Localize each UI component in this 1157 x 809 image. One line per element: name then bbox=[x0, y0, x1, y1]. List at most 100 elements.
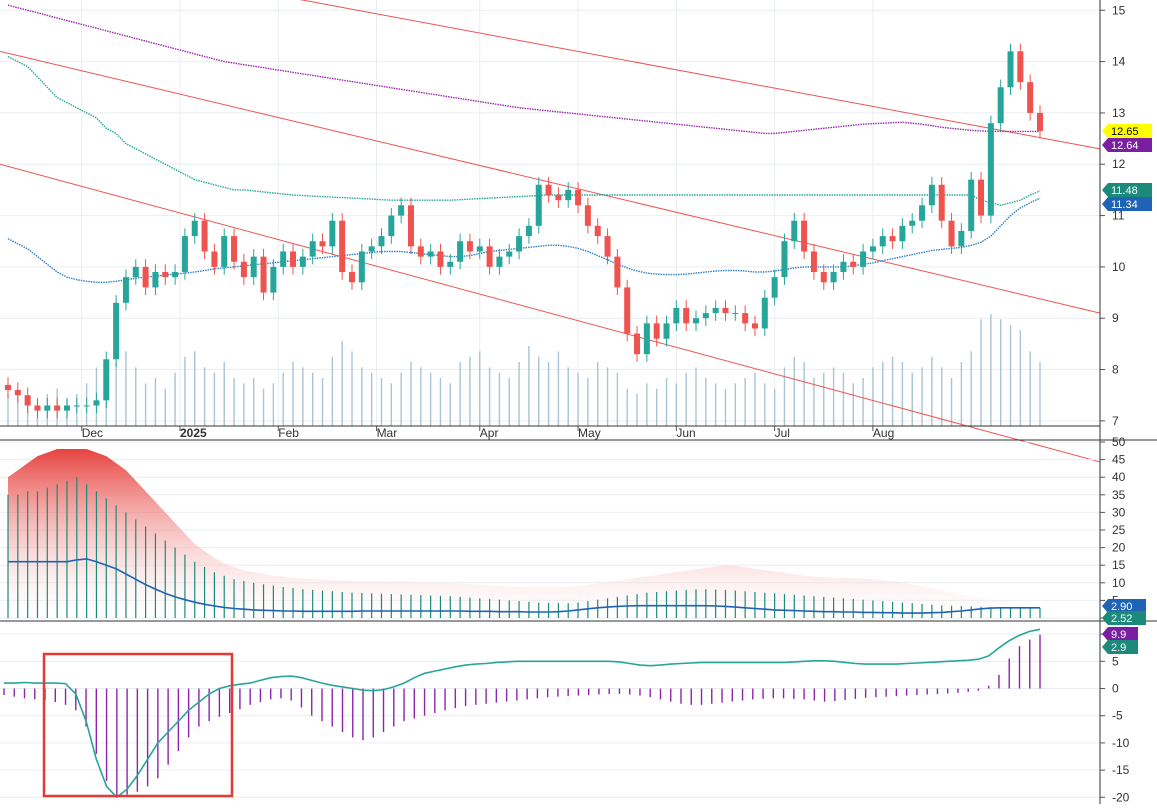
candle-body bbox=[624, 287, 631, 334]
candle-body bbox=[24, 395, 31, 406]
candle-body bbox=[290, 251, 297, 267]
candle-body bbox=[172, 272, 179, 278]
ind2-badge-label: 2.9 bbox=[1111, 642, 1126, 654]
candle-body bbox=[1017, 51, 1024, 83]
candle-body bbox=[5, 384, 11, 391]
candle-body bbox=[889, 236, 896, 242]
price-badge-label: 12.64 bbox=[1111, 140, 1139, 152]
candle-body bbox=[997, 87, 1004, 124]
candle-body bbox=[113, 302, 120, 360]
ind1-y-tick-label: 35 bbox=[1112, 488, 1126, 502]
candle-body bbox=[447, 261, 454, 267]
candle-body bbox=[879, 236, 886, 247]
candle-body bbox=[1037, 112, 1043, 131]
candle-body bbox=[712, 307, 719, 314]
candle-body bbox=[584, 205, 591, 226]
candle-body bbox=[761, 297, 768, 329]
candle-body bbox=[565, 189, 572, 201]
candle-body bbox=[634, 333, 641, 355]
price-y-tick-label: 12 bbox=[1112, 157, 1126, 171]
candle-body bbox=[820, 272, 827, 283]
candle-body bbox=[457, 241, 464, 262]
candle-body bbox=[850, 261, 857, 267]
candle-body bbox=[791, 220, 798, 242]
candle-body bbox=[545, 184, 552, 196]
candle-body bbox=[968, 179, 975, 231]
candle-body bbox=[211, 251, 218, 267]
candle-body bbox=[201, 220, 208, 252]
candle-body bbox=[663, 323, 670, 339]
ind2-y-tick-label: 5 bbox=[1112, 654, 1119, 668]
candle-body bbox=[93, 400, 100, 406]
candle-body bbox=[987, 123, 994, 216]
candle-body bbox=[191, 220, 198, 237]
ind1-y-tick-label: 50 bbox=[1112, 435, 1126, 449]
candle-body bbox=[466, 241, 473, 252]
candle-body bbox=[44, 405, 51, 411]
candle-body bbox=[73, 405, 80, 407]
ind2-y-tick-label: -15 bbox=[1112, 763, 1130, 777]
price-badge-label: 11.34 bbox=[1111, 199, 1138, 211]
candle-body bbox=[358, 251, 365, 283]
candle-body bbox=[339, 220, 346, 273]
price-y-tick-label: 9 bbox=[1112, 311, 1119, 325]
candle-body bbox=[63, 405, 70, 411]
candle-body bbox=[722, 307, 729, 314]
x-tick-label: Jun bbox=[676, 426, 695, 440]
candle-body bbox=[693, 318, 699, 324]
candle-body bbox=[555, 195, 562, 201]
ind2-y-tick-label: -10 bbox=[1112, 736, 1130, 750]
candle-body bbox=[103, 359, 110, 401]
candle-body bbox=[122, 277, 129, 303]
candle-body bbox=[594, 225, 601, 237]
candle-body bbox=[673, 307, 680, 324]
ind2-badge-label: 9.9 bbox=[1111, 629, 1126, 641]
candle-body bbox=[299, 256, 306, 267]
candle-body bbox=[398, 205, 405, 216]
candle-body bbox=[349, 272, 355, 283]
candle-body bbox=[319, 241, 326, 247]
ind1-y-tick-label: 45 bbox=[1112, 453, 1126, 467]
candle-body bbox=[899, 225, 906, 242]
candle-body bbox=[486, 246, 493, 267]
ind1-badge-label: 2.52 bbox=[1111, 613, 1132, 625]
candle-body bbox=[54, 405, 61, 411]
candle-body bbox=[260, 256, 267, 293]
x-tick-label: May bbox=[578, 426, 601, 440]
candle-body bbox=[437, 251, 444, 267]
x-tick-label: 2025 bbox=[180, 426, 207, 440]
candle-body bbox=[378, 236, 385, 247]
ind1-y-tick-label: 30 bbox=[1112, 505, 1126, 519]
candle-body bbox=[702, 313, 709, 319]
candle-body bbox=[309, 241, 316, 257]
x-tick-label: Feb bbox=[278, 426, 299, 440]
candle-body bbox=[604, 236, 611, 257]
candle-body bbox=[516, 236, 523, 252]
candle-body bbox=[388, 215, 395, 237]
candle-body bbox=[525, 225, 532, 237]
candle-body bbox=[683, 307, 690, 324]
ind1-y-tick-label: 20 bbox=[1112, 541, 1126, 555]
candle-body bbox=[742, 313, 749, 324]
candle-body bbox=[643, 323, 650, 355]
candle-body bbox=[270, 266, 277, 293]
candle-body bbox=[948, 220, 955, 247]
candle-body bbox=[575, 189, 582, 206]
ind1-y-tick-label: 40 bbox=[1112, 470, 1126, 484]
candle-body bbox=[368, 246, 375, 252]
candle-body bbox=[869, 246, 876, 252]
candle-body bbox=[1007, 51, 1014, 88]
ind1-y-tick-label: 10 bbox=[1112, 576, 1126, 590]
candle-body bbox=[801, 220, 808, 252]
candle-body bbox=[142, 266, 149, 288]
candle-body bbox=[496, 256, 503, 267]
candle-body bbox=[978, 179, 985, 216]
x-tick-label: Mar bbox=[377, 426, 398, 440]
ind1-y-tick-label: 25 bbox=[1112, 523, 1126, 537]
candle-body bbox=[506, 251, 513, 257]
x-tick-label: Jul bbox=[775, 426, 790, 440]
candle-body bbox=[938, 184, 945, 221]
price-y-tick-label: 15 bbox=[1112, 3, 1126, 17]
x-tick-label: Apr bbox=[480, 426, 499, 440]
candle-body bbox=[840, 261, 847, 273]
